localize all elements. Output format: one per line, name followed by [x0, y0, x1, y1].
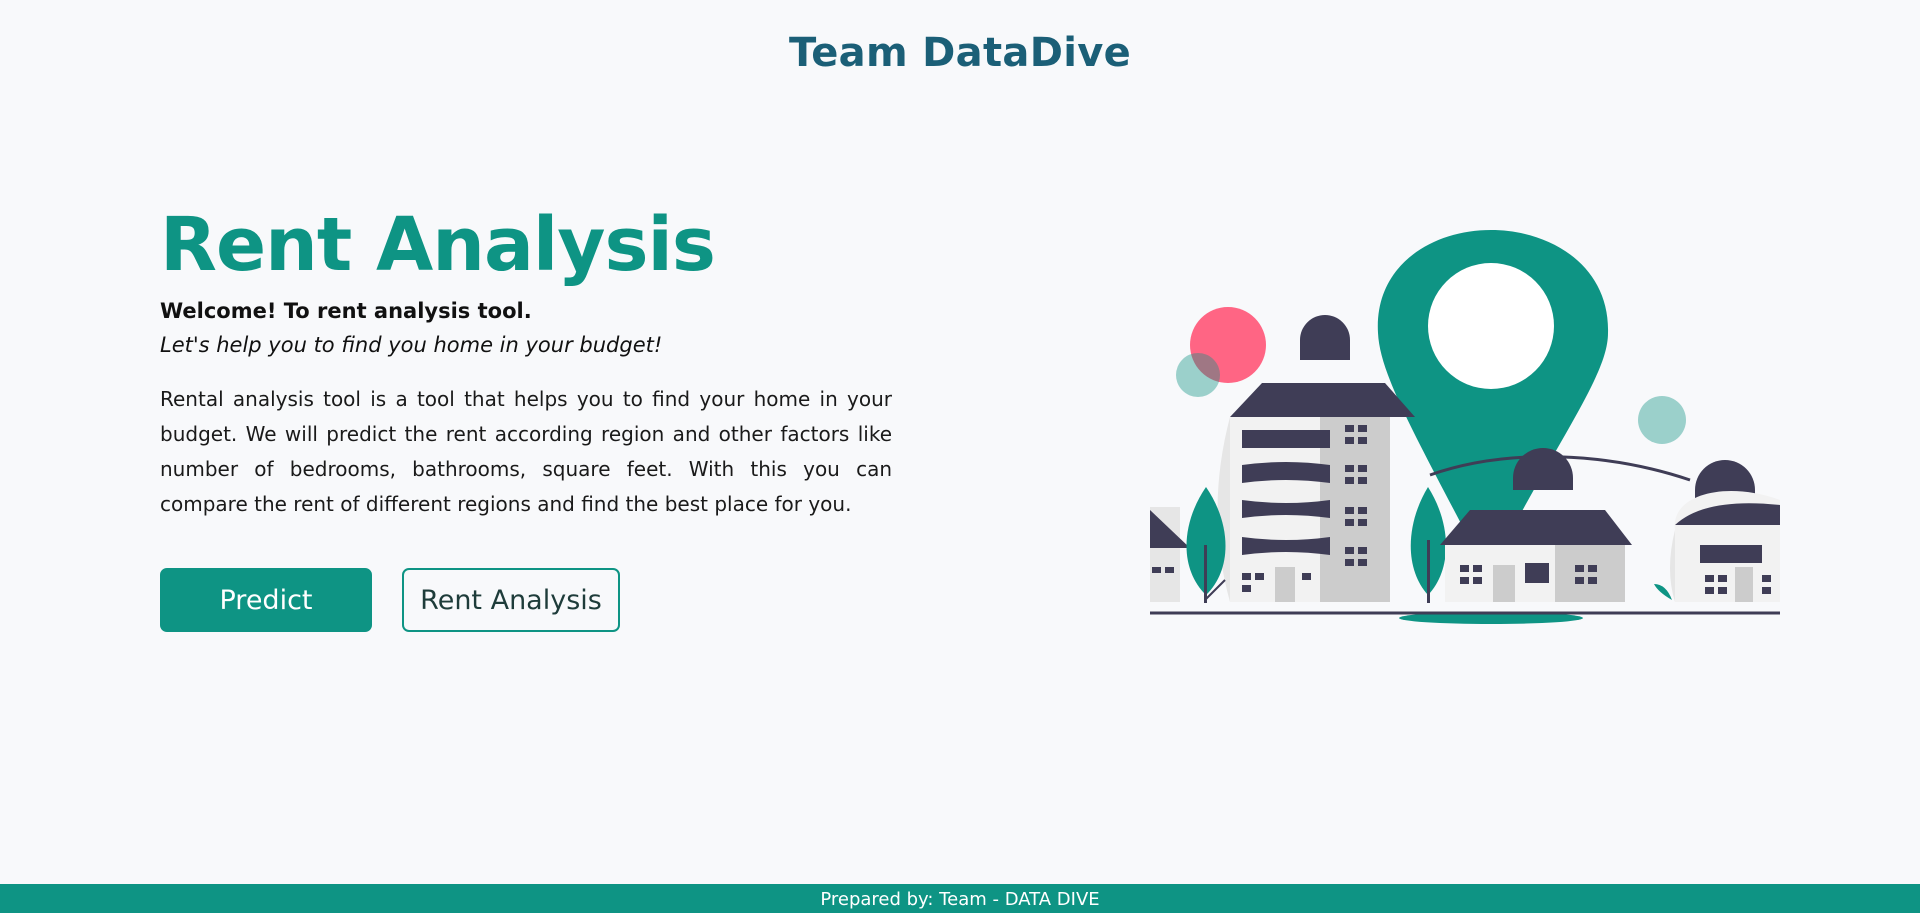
predict-button[interactable]: Predict: [160, 568, 372, 632]
right-building: [1654, 460, 1780, 602]
description-text: Rental analysis tool is a tool that help…: [160, 387, 892, 516]
left-building: [1150, 507, 1190, 602]
hero-section: Rent Analysis Welcome! To rent analysis …: [160, 200, 892, 632]
tagline-text: Let's help you to find you home in your …: [160, 333, 663, 357]
rent-analysis-button[interactable]: Rent Analysis: [402, 568, 620, 632]
site-footer: Prepared by: Team - DATA DIVE: [0, 884, 1920, 913]
hero-title: Rent Analysis: [160, 202, 716, 288]
footer-text: Prepared by: Team - DATA DIVE: [820, 889, 1100, 910]
teal-circle-decoration-right: [1638, 396, 1686, 444]
landing-page: Team DataDive Rent Analysis Welcome! To …: [0, 0, 1920, 913]
city-location-illustration: [1150, 230, 1780, 624]
welcome-text: Welcome! To rent analysis tool.: [160, 299, 532, 323]
teal-circle-decoration: [1176, 353, 1220, 397]
brand-title: Team DataDive: [788, 30, 1132, 76]
site-header: Team DataDive: [0, 30, 1920, 76]
action-buttons: Predict Rent Analysis: [160, 568, 892, 632]
